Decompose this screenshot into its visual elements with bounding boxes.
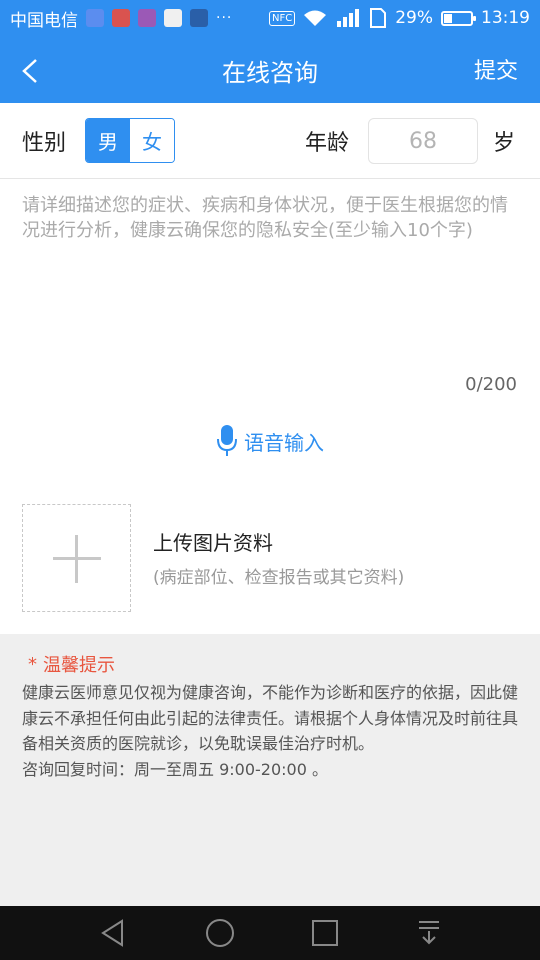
symptom-description-input[interactable] <box>22 193 518 353</box>
clock: 13:19 <box>481 8 530 28</box>
tips-section: * 温馨提示 健康云医师意见仅视为健康咨询，不能作为诊断和医疗的依据，因此健康云… <box>0 634 540 906</box>
nfc-icon: NFC <box>268 10 296 26</box>
upload-subtitle: (病症部位、检查报告或其它资料) <box>153 568 405 588</box>
age-input[interactable] <box>368 118 478 164</box>
status-bar: 中国电信 ··· NFC 29% 13:19 <box>0 0 540 36</box>
upload-title: 上传图片资料 <box>153 531 273 555</box>
tips-body: 健康云医师意见仅视为健康咨询，不能作为诊断和医疗的依据，因此健康云不承担任何由此… <box>22 680 520 782</box>
wifi-icon <box>304 10 327 26</box>
navigation-bar: 在线咨询 提交 <box>0 36 540 103</box>
tips-heading: * 温馨提示 <box>28 651 115 677</box>
tips-service-hours: 咨询回复时间：周一至周五 9:00-20:00 。 <box>22 759 328 779</box>
patient-info-row: 性别 男 女 年龄 岁 <box>0 103 540 179</box>
nav-back-triangle-icon[interactable] <box>98 918 128 948</box>
notification-app-icon <box>112 9 130 27</box>
tips-title: 温馨提示 <box>43 655 115 676</box>
battery-icon <box>441 10 476 26</box>
nav-dropdown-icon[interactable] <box>416 919 442 947</box>
plus-icon <box>75 535 78 583</box>
notification-gallery-icon <box>138 9 156 27</box>
nav-home-circle-icon[interactable] <box>205 918 235 948</box>
battery-percentage: 29% <box>395 8 433 28</box>
tips-star: * <box>28 653 37 675</box>
microphone-icon <box>217 425 237 456</box>
notification-app-icon <box>164 9 182 27</box>
sim-icon <box>370 8 387 28</box>
gender-female-option[interactable]: 女 <box>130 119 174 162</box>
page-title: 在线咨询 <box>222 59 318 87</box>
carrier-name: 中国电信 <box>10 10 78 31</box>
notification-app-icon <box>190 9 208 27</box>
overflow-dots: ··· <box>216 10 233 26</box>
nav-recent-square-icon[interactable] <box>311 919 339 947</box>
gender-male-option[interactable]: 男 <box>86 119 130 162</box>
submit-button[interactable]: 提交 <box>474 53 518 85</box>
tips-disclaimer: 健康云医师意见仅视为健康咨询，不能作为诊断和医疗的依据，因此健康云不承担任何由此… <box>22 683 519 753</box>
voice-input-button[interactable]: 语音输入 <box>0 424 540 458</box>
upload-image-button[interactable] <box>22 504 131 612</box>
voice-input-label: 语音输入 <box>244 430 324 455</box>
age-unit-label: 岁 <box>493 131 516 156</box>
notification-app-icon <box>86 9 104 27</box>
signal-icon <box>337 9 360 27</box>
character-counter: 0/200 <box>465 374 517 395</box>
gender-label: 性别 <box>22 131 67 156</box>
system-navigation-bar <box>0 906 540 960</box>
gender-toggle: 男 女 <box>85 118 175 163</box>
age-label: 年龄 <box>305 131 350 156</box>
